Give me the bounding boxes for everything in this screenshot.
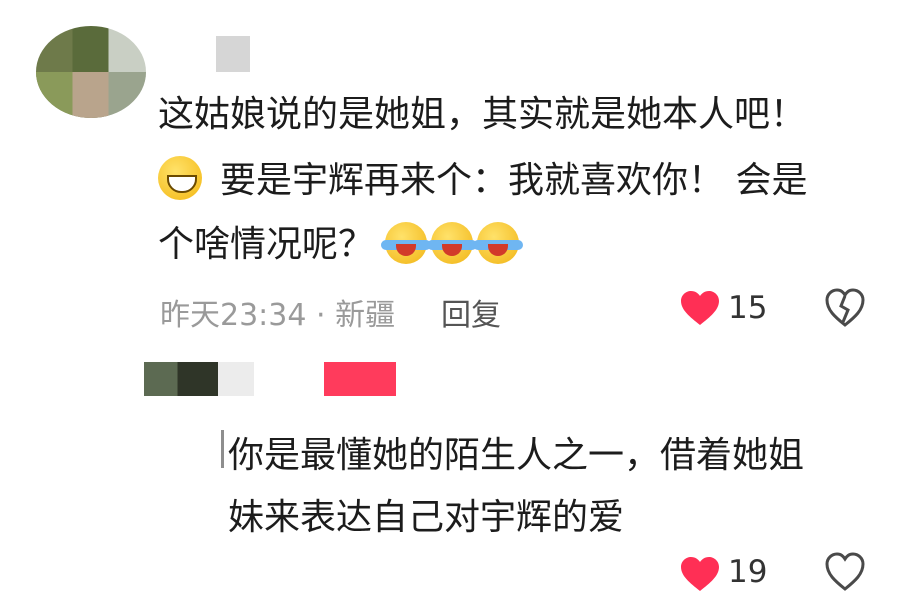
username-blurred[interactable] xyxy=(216,36,250,72)
comment-text-line: 这姑娘说的是她姐，其实就是她本人吧！ xyxy=(158,94,807,135)
laughing-crying-emoji-icon xyxy=(473,222,524,264)
laughing-crying-emoji-icon xyxy=(381,222,432,264)
comment-time: 昨天23:34 xyxy=(160,298,307,333)
comment-text-line: 要是宇辉再来个：我就喜欢你！ 会是 xyxy=(158,148,807,214)
like-count: 15 xyxy=(728,290,768,326)
laughing-crying-emoji-icon xyxy=(427,222,478,264)
username-blurred[interactable] xyxy=(218,362,254,396)
comment-text-line: 你是最懂她的陌生人之一，借着她姐 xyxy=(228,435,805,476)
grinning-face-emoji-icon xyxy=(158,156,202,200)
comment-meta: 昨天23:34 · 新疆 xyxy=(160,290,395,334)
avatar-blurred[interactable] xyxy=(144,362,218,396)
comment-text-line: 妹来表达自己对宇辉的爱 xyxy=(228,497,625,538)
comment-location: 新疆 xyxy=(335,298,396,333)
heart-icon[interactable] xyxy=(680,290,720,326)
meta-separator: · xyxy=(316,298,326,333)
broken-heart-icon[interactable] xyxy=(825,552,865,592)
author-badge-blurred xyxy=(324,362,396,396)
reply-quote-bar xyxy=(221,430,224,468)
reply-button[interactable]: 回复 xyxy=(441,290,501,334)
like-count: 19 xyxy=(728,554,768,590)
avatar[interactable] xyxy=(36,26,146,118)
comment-text-line: 个啥情况呢？ xyxy=(158,212,524,278)
broken-heart-icon[interactable] xyxy=(825,288,865,328)
heart-icon[interactable] xyxy=(680,556,720,592)
